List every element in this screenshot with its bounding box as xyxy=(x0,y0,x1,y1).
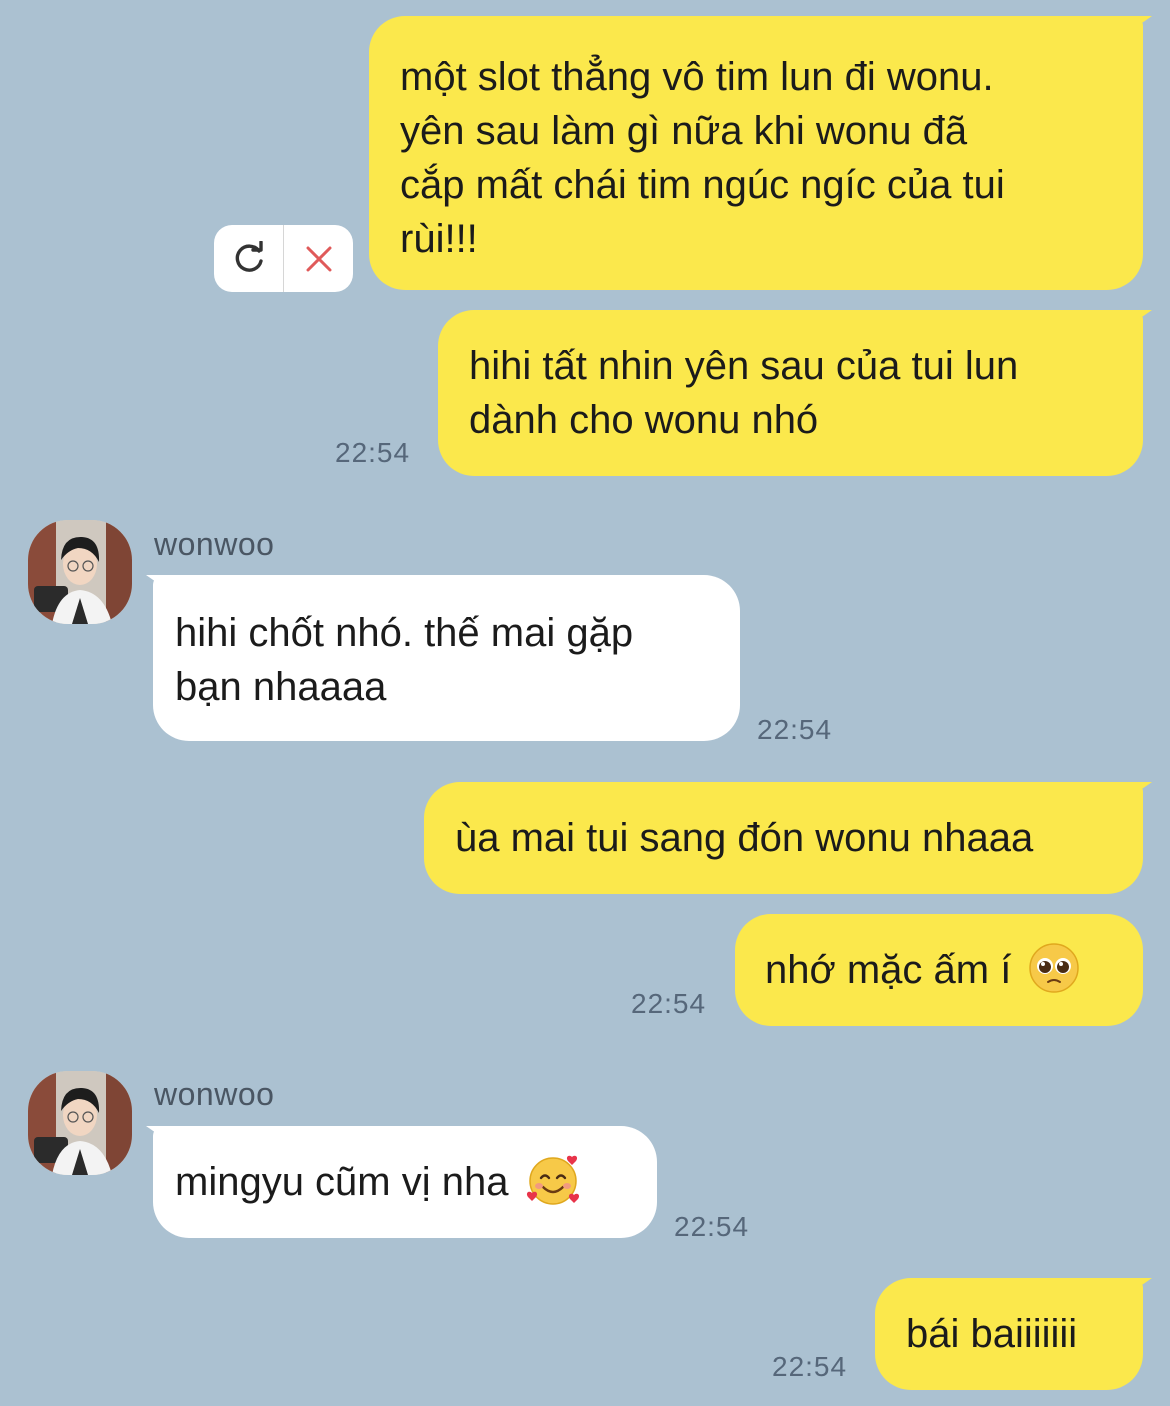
message-line: rùi!!! xyxy=(400,217,478,261)
message-line: mingyu cũm vị nha xyxy=(175,1160,509,1204)
message-line: yên sau làm gì nữa khi wonu đã xyxy=(400,109,968,153)
pleading-face-emoji xyxy=(1029,943,1080,994)
avatar[interactable] xyxy=(28,520,132,624)
message-bubble-sent[interactable]: một slot thẳng vô tim lun đi wonu. yên s… xyxy=(369,16,1143,290)
smiling-face-with-hearts-emoji xyxy=(526,1156,579,1206)
message-line: hihi chốt nhó. thế mai gặp xyxy=(175,611,634,655)
message-timestamp: 22:54 xyxy=(757,714,833,745)
message-bubble-sent[interactable]: ùa mai tui sang đón wonu nhaaa xyxy=(424,782,1143,894)
delete-icon xyxy=(306,246,331,271)
message-bubble-received[interactable]: hihi chốt nhó. thế mai gặp bạn nhaaaa xyxy=(153,575,740,741)
message-line: dành cho wonu nhó xyxy=(469,398,819,442)
sender-name: wonwoo xyxy=(154,1076,275,1112)
avatar[interactable] xyxy=(28,1071,132,1175)
failed-message-actions xyxy=(214,225,353,292)
message-line: một slot thẳng vô tim lun đi wonu. xyxy=(400,55,994,99)
sender-name: wonwoo xyxy=(154,526,275,562)
message-line: bạn nhaaaa xyxy=(175,665,387,709)
avatar-image xyxy=(28,1071,132,1175)
retry-button[interactable] xyxy=(214,225,283,292)
message-bubble-sent[interactable]: bái baiiiiiii xyxy=(875,1278,1143,1390)
avatar-image xyxy=(28,520,132,624)
message-line: hihi tất nhin yên sau của tui lun xyxy=(469,344,1019,388)
message-timestamp: 22:54 xyxy=(674,1211,750,1242)
message-bubble-received[interactable]: mingyu cũm vị nha xyxy=(153,1126,657,1238)
retry-icon xyxy=(235,240,263,272)
message-line: nhớ mặc ấm í xyxy=(765,948,1012,992)
message-timestamp: 22:54 xyxy=(631,988,707,1019)
message-line: bái baiiiiiii xyxy=(906,1312,1078,1356)
message-line: cắp mất chái tim ngúc ngíc của tui xyxy=(400,163,1005,207)
message-line: ùa mai tui sang đón wonu nhaaa xyxy=(455,816,1034,860)
message-bubble-sent[interactable]: nhớ mặc ấm í xyxy=(735,914,1143,1026)
delete-button[interactable] xyxy=(284,225,353,292)
message-bubble-sent[interactable]: hihi tất nhin yên sau của tui lun dành c… xyxy=(438,310,1143,476)
message-timestamp: 22:54 xyxy=(772,1351,848,1382)
message-timestamp: 22:54 xyxy=(335,437,411,468)
